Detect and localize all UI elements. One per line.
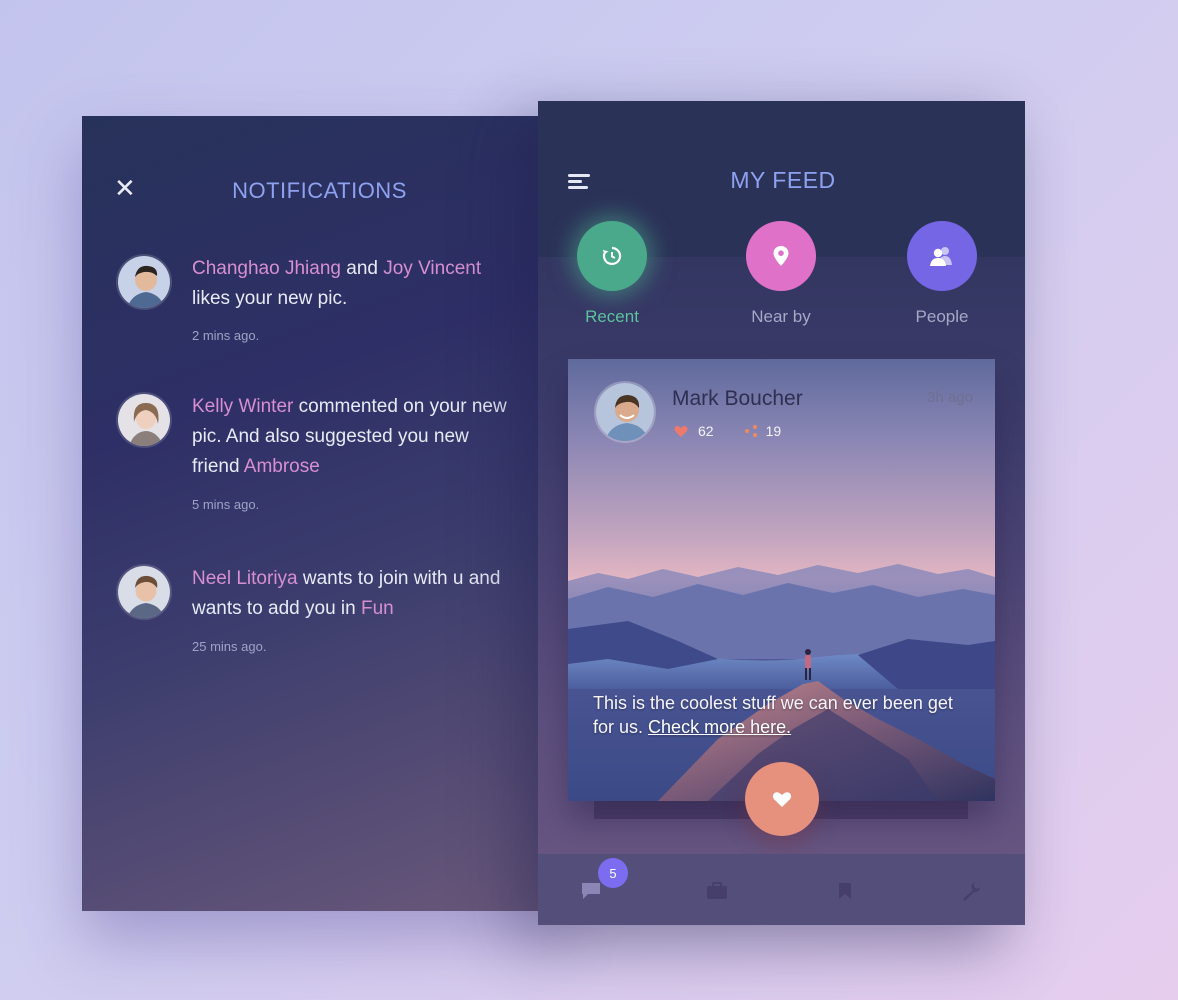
category-label: People	[915, 307, 969, 326]
notification-message: Neel Litoriya wants to join with u and w…	[192, 568, 501, 619]
avatar[interactable]	[594, 381, 656, 443]
feed-panel: MY FEED Recent Near by People Mark Bouch…	[538, 101, 1025, 925]
history-icon	[577, 221, 647, 291]
post-stats: 62 19	[674, 423, 781, 439]
likes-count: 62	[698, 423, 714, 439]
category-label: Near by	[751, 307, 811, 326]
category-people[interactable]: People	[892, 221, 992, 327]
notifications-title: NOTIFICATIONS	[232, 178, 407, 203]
post-author[interactable]: Mark Boucher	[672, 387, 803, 411]
notification-message: Kelly Winter commented on your new pic. …	[192, 396, 507, 477]
location-pin-icon	[746, 221, 816, 291]
category-label: Recent	[585, 307, 639, 326]
user-link[interactable]: Changhao Jhiang	[192, 258, 341, 279]
tab-bookmarks[interactable]	[830, 876, 860, 906]
check-more-link[interactable]: Check more here.	[648, 717, 791, 737]
menu-icon[interactable]	[568, 174, 592, 190]
people-icon	[907, 221, 977, 291]
chat-icon	[582, 883, 600, 899]
briefcase-icon	[707, 882, 727, 899]
notification-message: Changhao Jhiang and Joy Vincent likes yo…	[192, 258, 482, 309]
post-caption: This is the coolest stuff we can ever be…	[593, 693, 953, 737]
bookmark-icon	[839, 883, 851, 899]
bottom-tab-bar: 5	[538, 854, 1025, 925]
wrench-icon	[963, 882, 981, 901]
post-card[interactable]: Mark Boucher 3h ago 62 19 This is the co…	[568, 359, 995, 801]
tab-settings[interactable]	[956, 876, 986, 906]
category-nearby[interactable]: Near by	[731, 221, 831, 327]
tab-briefcase[interactable]	[702, 876, 732, 906]
notifications-panel: ✕ NOTIFICATIONS Changhao Jhiang and Joy …	[82, 116, 552, 911]
close-icon[interactable]: ✕	[114, 175, 136, 201]
shares-count: 19	[765, 423, 782, 439]
like-button[interactable]	[745, 762, 819, 836]
heart-icon	[772, 791, 792, 807]
user-link[interactable]: Ambrose	[244, 456, 320, 477]
page-title: MY FEED	[730, 167, 836, 193]
user-link[interactable]: Kelly Winter	[192, 396, 293, 417]
avatar	[116, 392, 172, 448]
user-link[interactable]: Joy Vincent	[383, 258, 481, 279]
share-icon	[744, 425, 757, 437]
user-link[interactable]: Neel Litoriya	[192, 568, 298, 589]
avatar	[116, 564, 172, 620]
notification-time: 25 mins ago.	[192, 639, 267, 654]
category-recent[interactable]: Recent	[562, 221, 662, 327]
notification-badge: 5	[598, 858, 628, 888]
heart-icon	[674, 425, 688, 437]
avatar	[116, 254, 172, 310]
group-link[interactable]: Fun	[361, 598, 394, 619]
notification-time: 5 mins ago.	[192, 497, 260, 512]
notification-time: 2 mins ago.	[192, 328, 260, 343]
post-time: 3h ago	[927, 389, 973, 406]
